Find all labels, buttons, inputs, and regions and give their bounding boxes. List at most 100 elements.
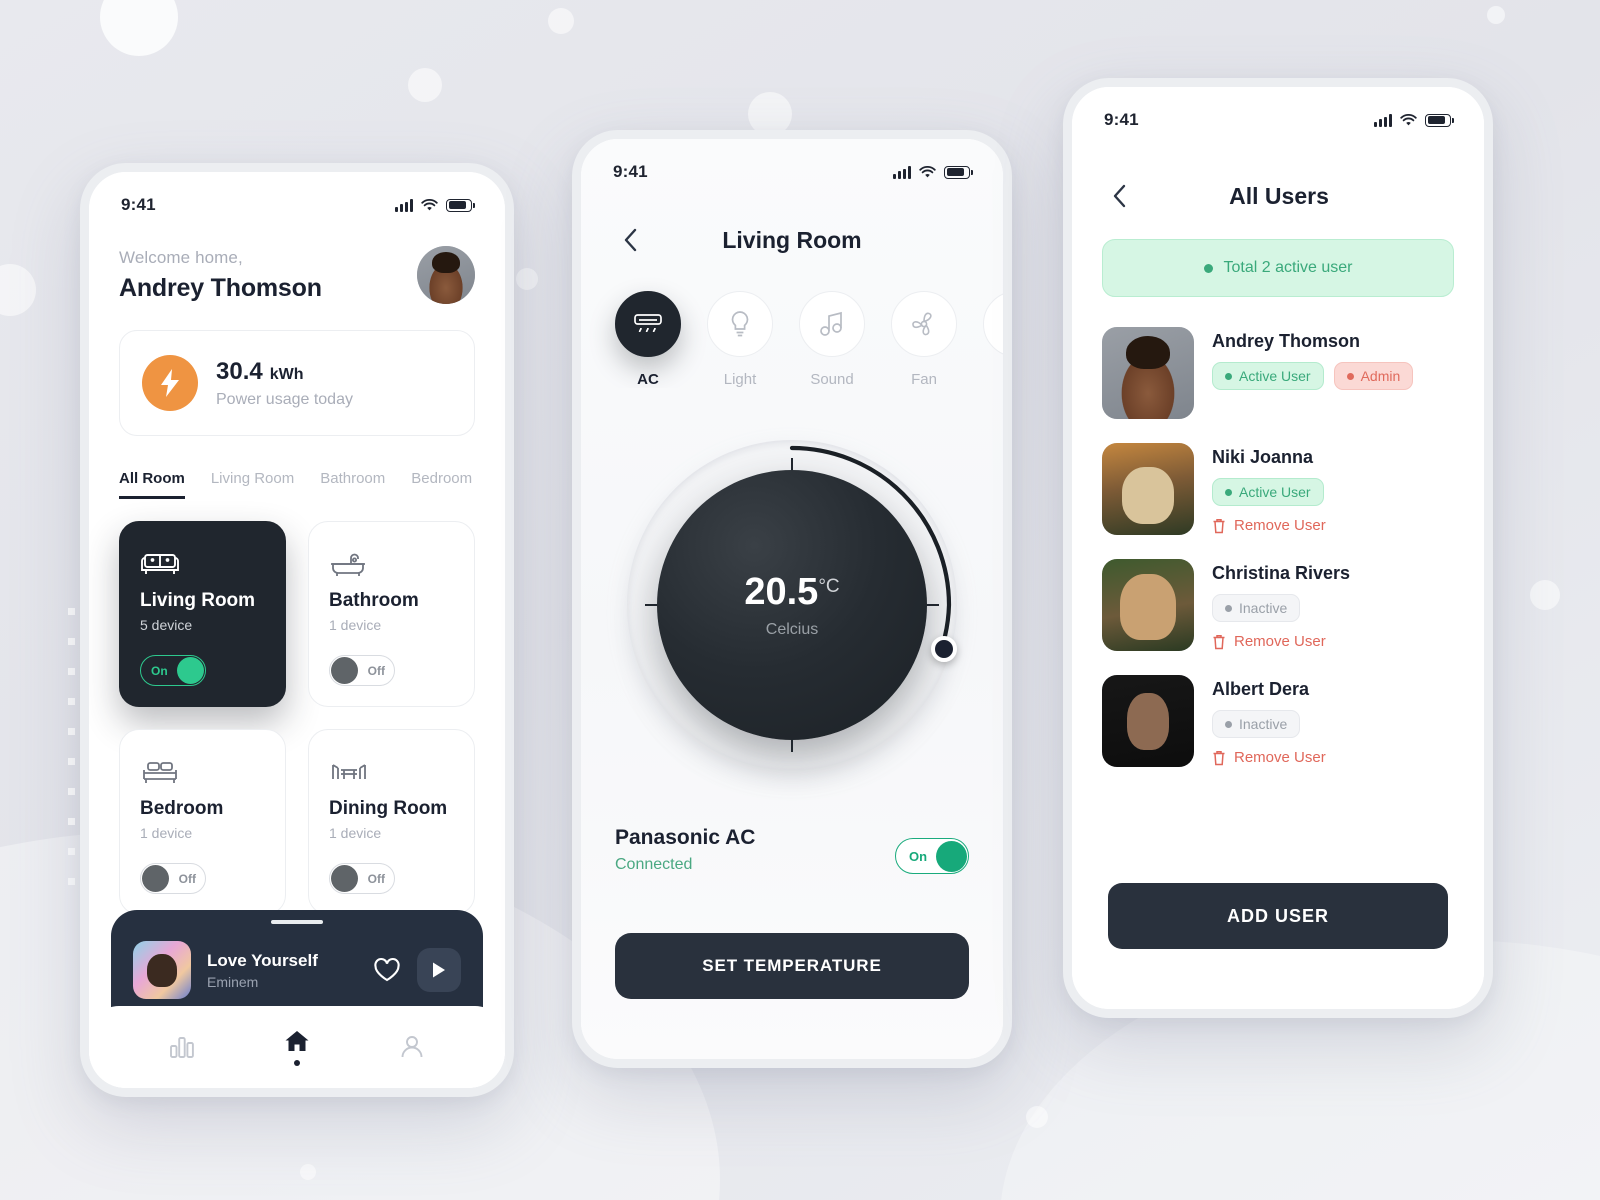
dial-handle[interactable] [931,636,957,662]
phone-users-screen: 9:41 All Users Total 2 active user Andre… [1063,78,1493,1018]
music-player: Love Yourself Eminem [111,910,483,1010]
power-caption: Power usage today [216,390,353,408]
list-item[interactable]: Andrey Thomson Active User Admin [1102,327,1454,419]
wifi-icon [919,165,936,177]
avatar [1102,327,1194,419]
list-item[interactable]: Niki Joanna Active User Remove User [1102,443,1454,535]
badge-label: Inactive [1239,600,1288,616]
room-toggle-living-room[interactable]: On [140,655,206,686]
add-user-button[interactable]: ADD USER [1108,883,1448,949]
heart-icon[interactable] [373,957,401,983]
user-list: Andrey Thomson Active User Admin Niki Jo… [1072,297,1484,767]
power-usage-card: 30.4 kWh Power usage today [119,330,475,436]
tab-bathroom[interactable]: Bathroom [320,470,385,496]
temperature-value: 20.5 [744,571,819,613]
avatar [1102,443,1194,535]
set-temperature-button[interactable]: SET TEMPERATURE [615,933,969,999]
back-button[interactable] [615,225,645,255]
remove-user-button[interactable]: Remove User [1212,517,1454,534]
remove-user-button[interactable]: Remove User [1212,749,1454,766]
active-users-banner: Total 2 active user [1102,239,1454,297]
avatar [1102,675,1194,767]
device-power-toggle[interactable]: On [895,838,969,874]
device-status: Connected [615,856,693,873]
user-name: Niki Joanna [1212,447,1314,467]
bathtub-icon [329,544,454,584]
temperature-unit-label: Celcius [765,621,819,638]
device-tab-tv[interactable]: TV [983,291,1003,388]
remove-user-button[interactable]: Remove User [1212,633,1454,650]
temperature-dial[interactable]: 20.5 °C Celcius [627,440,957,770]
remove-user-label: Remove User [1234,749,1326,766]
device-tab-sound[interactable]: Sound [799,291,865,388]
temperature-degree: °C [818,576,840,597]
status-bar: 9:41 [1072,87,1484,131]
room-tabs: All Room Living Room Bathroom Bedroom [119,470,475,499]
list-item[interactable]: Albert Dera Inactive Remove User [1102,675,1454,767]
room-toggle-dining-room[interactable]: Off [329,863,395,894]
back-button[interactable] [1104,181,1134,211]
nav-item-stats[interactable] [169,1035,195,1059]
room-card-living-room[interactable]: Living Room 5 device On [119,521,286,707]
trash-icon [1213,518,1225,533]
room-card-dining-room[interactable]: Dining Room 1 device Off [308,729,475,915]
badge-dot-icon [1225,720,1232,728]
background-dot-column [68,608,75,885]
home-icon [285,1030,309,1051]
room-toggle-bathroom[interactable]: Off [329,655,395,686]
nav-item-profile[interactable] [399,1035,425,1059]
room-card-bathroom[interactable]: Bathroom 1 device Off [308,521,475,707]
user-name: Andrey Thomson [1212,331,1361,351]
room-card-bedroom[interactable]: Bedroom 1 device Off [119,729,286,915]
background-circle-2 [548,8,574,34]
user-name: Andrey Thomson [119,273,322,302]
toggle-label: Off [367,871,385,886]
bulb-icon [707,291,773,357]
device-selector: AC Light Sound Fan [581,255,1003,388]
status-badge: Inactive [1212,710,1301,738]
nav-item-home[interactable] [284,1029,310,1066]
status-bar: 9:41 [581,139,1003,183]
tab-all-room[interactable]: All Room [119,470,185,499]
role-badge: Admin [1333,362,1414,390]
song-artist: Eminem [207,973,259,990]
trash-icon [1213,750,1225,765]
play-button[interactable] [417,948,461,992]
tab-bedroom[interactable]: Bedroom [411,470,472,496]
status-badge: Active User [1212,478,1324,506]
device-tab-fan[interactable]: Fan [891,291,957,388]
room-toggle-bedroom[interactable]: Off [140,863,206,894]
room-card-grid: Living Room 5 device On Bathroom 1 devic… [119,521,475,915]
device-tab-ac[interactable]: AC [615,291,681,388]
badge-dot-icon [1225,604,1232,612]
bar-chart-icon [170,1037,195,1058]
status-time: 9:41 [613,162,648,181]
tab-living-room[interactable]: Living Room [211,470,294,496]
welcome-header: Welcome home, Andrey Thomson [119,246,475,304]
battery-icon [1425,113,1454,127]
avatar[interactable] [417,246,475,304]
welcome-greeting: Welcome home, [119,247,243,267]
badge-label: Active User [1239,484,1311,500]
background-circle-6 [0,264,36,316]
trash-icon [1213,634,1225,649]
phone-home-screen: 9:41 Welcome home, Andrey Thomson 30.4 k… [80,163,514,1097]
list-item[interactable]: Christina Rivers Inactive Remove User [1102,559,1454,651]
dial-face: 20.5 °C Celcius [657,470,927,740]
toggle-knob [331,865,358,892]
toggle-knob [331,657,358,684]
toggle-knob [142,865,169,892]
room-device-count: 1 device [329,825,382,841]
wifi-icon [421,198,438,210]
tv-icon [983,291,1003,357]
toggle-knob [935,840,967,872]
room-name: Dining Room [329,798,448,819]
device-tab-light[interactable]: Light [707,291,773,388]
users-header: All Users [1072,131,1484,211]
phone-ac-control-screen: 9:41 Living Room AC Light Sound Fan 20.5… [572,130,1012,1068]
power-value: 30.4 [216,357,263,385]
room-device-count: 1 device [140,825,193,841]
status-time: 9:41 [1104,110,1139,129]
status-bar: 9:41 [89,172,505,216]
ac-unit-icon [615,291,681,357]
